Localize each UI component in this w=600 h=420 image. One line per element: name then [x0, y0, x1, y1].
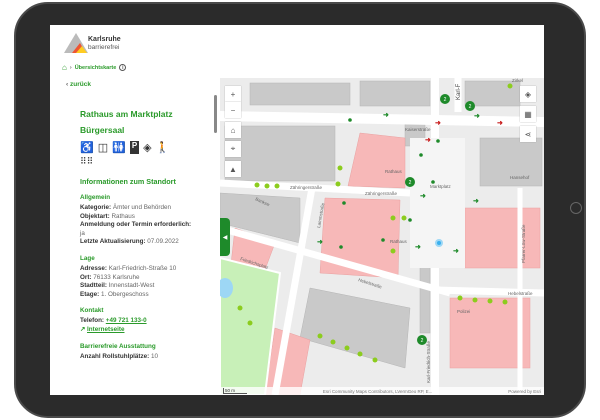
- locate-button[interactable]: ⌖: [225, 141, 241, 157]
- parking-icon: P: [129, 141, 140, 154]
- qr-code-button[interactable]: ▦: [520, 106, 536, 122]
- cluster-count: 2: [421, 338, 424, 344]
- general-heading: Allgemein: [80, 194, 111, 201]
- wheelchair-icon: ♿: [80, 142, 94, 154]
- powered-by[interactable]: Powered by Esri: [508, 389, 541, 394]
- entrance-icon: ➜: [453, 248, 459, 255]
- share-button[interactable]: ⋖: [520, 126, 536, 142]
- toilet-icon: 🚻: [112, 142, 126, 154]
- compass-icon: ▲: [229, 164, 237, 174]
- location-heading: Lage: [80, 254, 95, 262]
- website-row: ↗ Internetseite: [80, 326, 214, 335]
- feature-icons: ♿ ◫ 🚻 P ◈ 🚶: [80, 141, 214, 154]
- map-label: Zähringerstraße: [365, 191, 398, 196]
- entrance-icon: ➜: [473, 198, 479, 205]
- layers-button[interactable]: ◈: [520, 86, 536, 102]
- attribution-text[interactable]: Esri Community Maps Contributors, LVermG…: [323, 389, 433, 394]
- entrance-blocked-icon: ➜: [497, 120, 503, 127]
- map-label: Marktplatz: [430, 184, 452, 189]
- logo-mark-icon: [64, 33, 88, 53]
- place-details: Rathaus am Marktplatz Bürgersaal ♿ ◫ 🚻 P…: [80, 109, 214, 361]
- map-label: Polizei: [457, 309, 470, 314]
- ort-row: Ort: 76133 Karlsruhe: [80, 273, 140, 281]
- crosshair-icon: ⌖: [230, 144, 236, 153]
- home-icon: ⌂: [230, 125, 236, 135]
- entrance-icon: ➜: [420, 193, 426, 200]
- map-label: Zirkel: [512, 78, 523, 83]
- info-heading: Informationen zum Standort: [80, 177, 176, 186]
- stadtteil-row: Stadtteil: Innenstadt-West: [80, 282, 155, 290]
- place-title: Rathaus am Marktplatz: [80, 109, 173, 119]
- screen: Karlsruhe barrierefrei ⌂ › Übersichtskart…: [50, 25, 544, 395]
- cluster-count: 2: [469, 104, 472, 110]
- layers-icon: ◈: [524, 89, 532, 99]
- entrance-icon: ➜: [383, 112, 389, 119]
- logo-text: Karlsruhe: [88, 36, 121, 43]
- attribution-bar: 50 m Esri Community Maps Contributors, L…: [220, 387, 544, 395]
- blind-cane-icon: 🚶: [155, 142, 170, 154]
- map-label: Karl-F: [456, 83, 462, 100]
- map-label: Rathaus: [390, 239, 408, 244]
- compass-button[interactable]: ▲: [225, 161, 241, 177]
- place-subtitle: Bürgersaal: [80, 125, 125, 135]
- share-icon: ⋖: [524, 129, 532, 139]
- cluster-count: 2: [409, 180, 412, 186]
- telefon-row: Telefon: +49 721 133-0: [80, 317, 147, 325]
- rollstuhl-row: Anzahl Rollstuhlplätze: 10: [80, 352, 159, 360]
- map-label: Pfarrer-Löw-Straße: [521, 224, 526, 263]
- breadcrumb-current[interactable]: Übersichtskarte: [75, 65, 117, 71]
- map-label: Hebelstraße: [508, 291, 533, 296]
- website-link[interactable]: Internetseite: [87, 326, 124, 333]
- chevron-left-icon: ◀: [222, 234, 228, 241]
- entrance-blocked-icon: ➜: [425, 137, 431, 144]
- phone-link[interactable]: +49 721 133-0: [106, 317, 147, 324]
- scale-bar: 50 m: [223, 388, 248, 394]
- entrance-icon: ➜: [317, 239, 323, 246]
- tablet-home-button: [570, 202, 582, 214]
- map-label: Rathaus: [385, 169, 403, 174]
- equipment-heading: Barrierefreie Ausstattung: [80, 342, 156, 350]
- elevator-icon: ◫: [97, 142, 109, 154]
- map-label: Hansehof: [510, 175, 530, 180]
- back-link[interactable]: ‹ zurück: [66, 81, 91, 88]
- map-label: Karl-Friedrich-Straße: [426, 340, 431, 383]
- entrance-blocked-icon: ➜: [435, 120, 441, 127]
- map-label: Zähringerstraße: [290, 185, 323, 190]
- home-view-button[interactable]: ⌂: [225, 122, 241, 138]
- braille-icon: ⠿⠿: [80, 156, 94, 166]
- breadcrumb: ⌂ › Übersichtskarte i: [62, 63, 127, 72]
- back-label: zurück: [69, 81, 91, 88]
- objektart-row: Objektart: Rathaus: [80, 212, 135, 220]
- zoom-in-button[interactable]: +: [225, 86, 241, 102]
- etage-row: Etage: 1. Obergeschoss: [80, 290, 149, 298]
- entrance-icon: ➜: [415, 244, 421, 251]
- qr-code-icon: ▦: [524, 109, 532, 119]
- update-row: Letzte Aktualisierung: 07.09.2022: [80, 238, 179, 246]
- contact-heading: Kontakt: [80, 307, 104, 315]
- map-label: Kaiserstraße: [405, 127, 431, 132]
- kategorie-row: Kategorie: Ämter und Behörden: [80, 204, 171, 211]
- zoom-out-button[interactable]: −: [225, 102, 241, 118]
- breadcrumb-separator: ›: [69, 64, 72, 71]
- sidebar-scrollbar[interactable]: [214, 95, 217, 133]
- external-link-icon: ↗: [80, 325, 86, 333]
- logo[interactable]: Karlsruhe barrierefrei: [62, 29, 142, 57]
- map[interactable]: 2 2 2 2 ➜ ➜ ➜ ➜ ➜ ➜ ➜ ➜ ➜ ➜ Kaiserstraße Rathaus Ma…: [220, 78, 544, 395]
- logo-subtext: barrierefrei: [88, 44, 120, 51]
- cluster-count: 2: [444, 97, 447, 103]
- adresse-row: Adresse: Karl-Friedrich-Straße 10: [80, 264, 177, 272]
- collapse-sidebar-button[interactable]: ◀: [220, 218, 230, 256]
- anmeldung-row: Anmeldung oder Termin erforderlich: ja: [80, 221, 192, 237]
- home-icon[interactable]: ⌂: [62, 63, 67, 72]
- entrance-icon: ➜: [474, 113, 480, 120]
- sidebar: Karlsruhe barrierefrei ⌂ › Übersichtskart…: [50, 25, 220, 395]
- info-icon[interactable]: i: [119, 64, 127, 71]
- map-canvas[interactable]: 2 2 2 2 ➜ ➜ ➜ ➜ ➜ ➜ ➜ ➜ ➜ ➜ Kaiserstraße Rathaus Ma…: [220, 78, 544, 395]
- low-vision-icon: ◈: [143, 142, 152, 154]
